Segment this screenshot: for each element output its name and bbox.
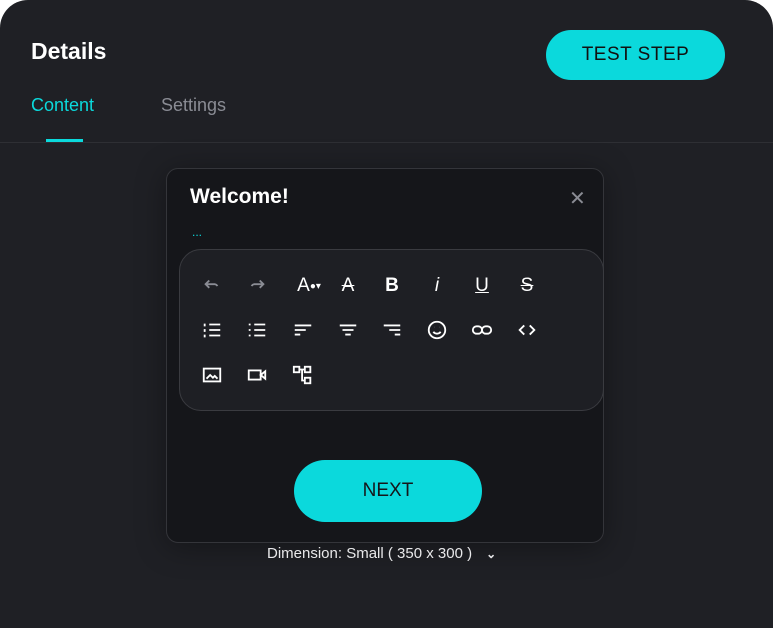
align-right-icon[interactable] (379, 317, 405, 343)
card-title[interactable]: Welcome! (190, 185, 289, 209)
tree-icon[interactable] (290, 362, 316, 388)
ordered-list-icon[interactable] (199, 317, 225, 343)
next-button[interactable]: NEXT (294, 460, 482, 522)
close-icon[interactable]: ✕ (569, 189, 586, 209)
link-icon[interactable] (469, 317, 495, 343)
bullet-list-icon[interactable] (244, 317, 270, 343)
tab-content[interactable]: Content (31, 95, 94, 116)
italic-icon[interactable]: i (424, 273, 450, 299)
emoji-icon[interactable] (424, 317, 450, 343)
dimension-label: Dimension: Small ( 350 x 300 ) (267, 545, 473, 562)
test-step-button[interactable]: TEST STEP (546, 30, 725, 80)
dimension-select[interactable]: Dimension: Small ( 350 x 300 ) ⌄ (267, 545, 496, 562)
preview-card: Welcome! ✕ ... A ●▾ A B i U S NEXT (166, 168, 604, 543)
code-icon[interactable] (514, 317, 540, 343)
font-color-icon[interactable]: A ●▾ (290, 273, 328, 299)
undo-icon[interactable] (199, 273, 225, 299)
page-title: Details (31, 38, 107, 64)
bold-icon[interactable]: B (379, 273, 405, 299)
image-icon[interactable] (199, 362, 225, 388)
card-body-text[interactable]: ... (192, 225, 202, 239)
video-icon[interactable] (244, 362, 270, 388)
align-center-icon[interactable] (335, 317, 361, 343)
redo-icon[interactable] (244, 273, 270, 299)
underline-icon[interactable]: U (469, 273, 495, 299)
clear-format-icon[interactable]: A (335, 273, 361, 299)
details-panel: Details TEST STEP Content Settings Welco… (0, 0, 773, 628)
align-left-icon[interactable] (290, 317, 316, 343)
chevron-down-icon[interactable]: ⌄ (486, 547, 496, 561)
formatting-toolbar: A ●▾ A B i U S (179, 249, 604, 411)
divider (0, 142, 773, 143)
strikethrough-icon[interactable]: S (514, 273, 540, 299)
tab-settings[interactable]: Settings (161, 95, 226, 116)
